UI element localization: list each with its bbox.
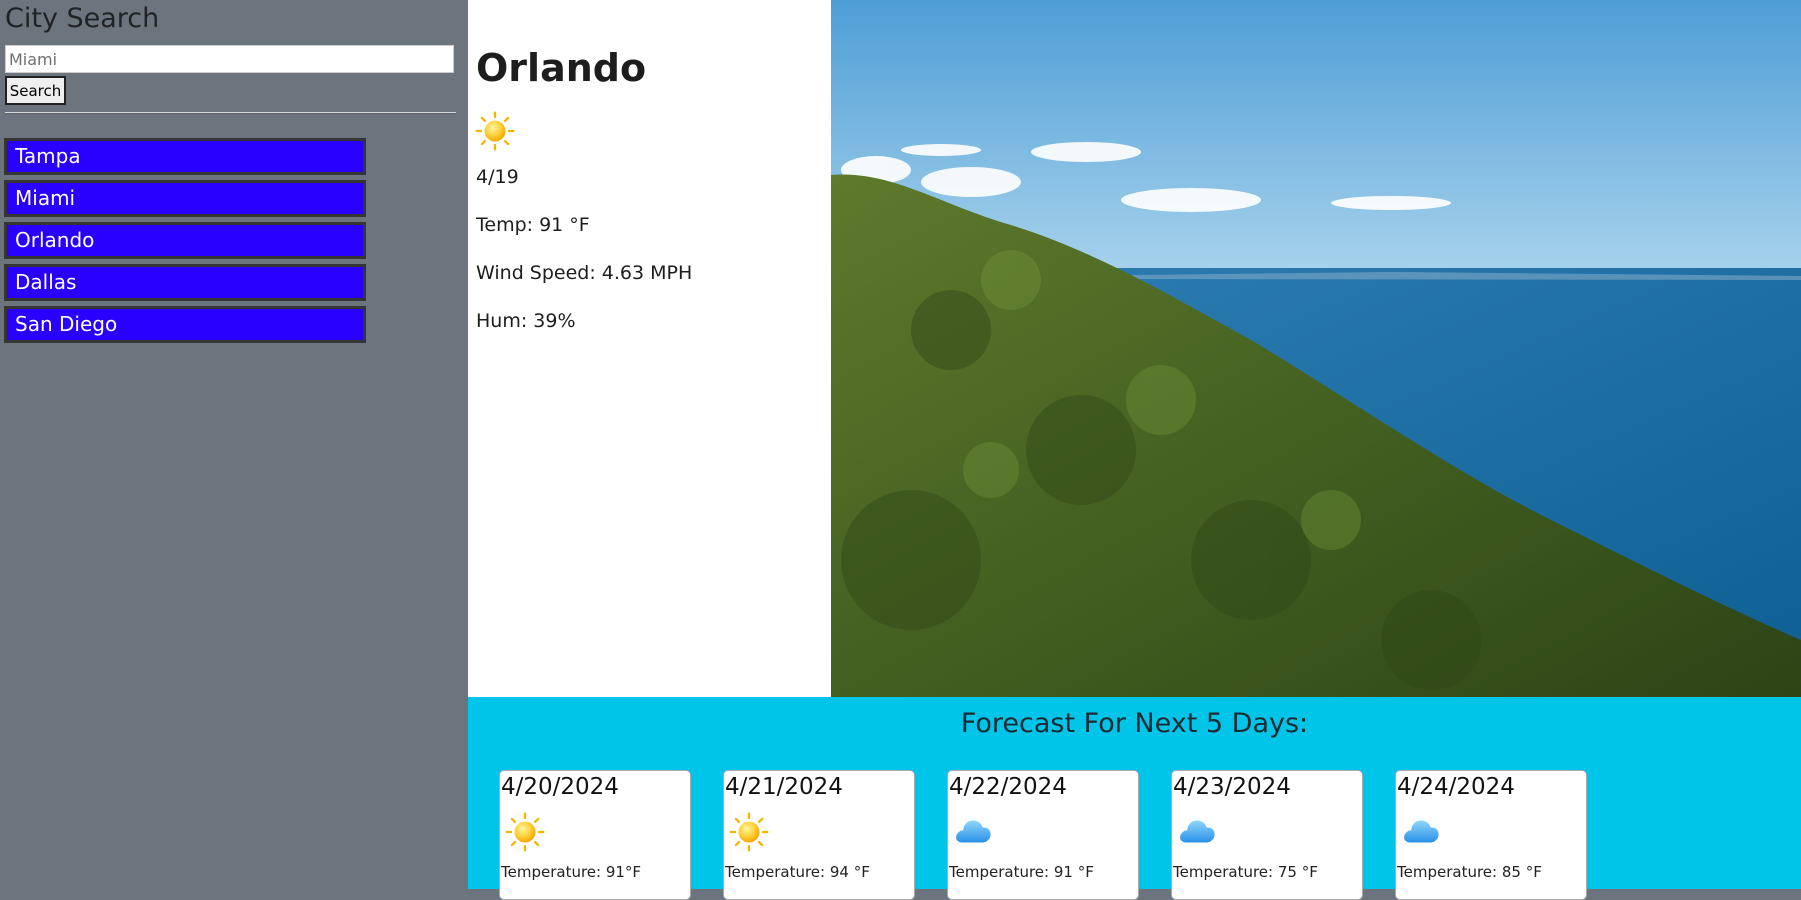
forecast-temperature: Temperature: 91°F xyxy=(501,863,642,881)
history-city-button[interactable]: San Diego xyxy=(4,306,366,343)
history-city-button[interactable]: Dallas xyxy=(4,264,366,301)
forecast-section: Forecast For Next 5 Days: 4/20/2024 Temp… xyxy=(468,697,1801,900)
city-search-input[interactable] xyxy=(5,45,454,73)
sun-icon xyxy=(502,811,548,853)
cloud-icon xyxy=(1174,811,1220,853)
forecast-date: 4/20/2024 xyxy=(501,774,619,800)
background-photo xyxy=(831,0,1801,697)
sidebar-title: City Search xyxy=(5,3,160,34)
sun-icon xyxy=(474,110,516,152)
cloud-icon xyxy=(1398,811,1444,853)
forecast-temperature: Temperature: 75 °F xyxy=(1173,863,1318,881)
current-date: 4/19 xyxy=(476,166,519,188)
forecast-card: 4/21/2024 Temperature: 94 °F xyxy=(723,770,915,900)
search-history-list: Tampa Miami Orlando Dallas San Diego xyxy=(4,138,366,348)
forecast-card: 4/20/2024 Temperature: 91°F xyxy=(499,770,691,900)
current-wind-speed: Wind Speed: 4.63 MPH xyxy=(476,262,693,284)
history-city-button[interactable]: Orlando xyxy=(4,222,366,259)
current-city-name: Orlando xyxy=(476,46,647,90)
current-humidity: Hum: 39% xyxy=(476,310,576,332)
forecast-card: 4/24/2024 Temperature: 85 °F xyxy=(1395,770,1587,900)
history-city-button[interactable]: Miami xyxy=(4,180,366,217)
history-city-button[interactable]: Tampa xyxy=(4,138,366,175)
divider xyxy=(5,112,456,114)
forecast-temperature: Temperature: 85 °F xyxy=(1397,863,1542,881)
current-weather-panel: Orlando 4/19 Temp: 91 °F Wind Speed: 4.6… xyxy=(468,0,831,697)
forecast-date: 4/22/2024 xyxy=(949,774,1067,800)
sidebar: City Search Search Tampa Miami Orlando D… xyxy=(0,0,468,889)
sun-icon xyxy=(726,811,772,853)
forecast-date: 4/24/2024 xyxy=(1397,774,1515,800)
forecast-date: 4/23/2024 xyxy=(1173,774,1291,800)
forecast-date: 4/21/2024 xyxy=(725,774,843,800)
forecast-heading: Forecast For Next 5 Days: xyxy=(960,708,1309,739)
forecast-temperature: Temperature: 94 °F xyxy=(725,863,870,881)
cloud-icon xyxy=(950,811,996,853)
search-button[interactable]: Search xyxy=(5,76,66,105)
current-temperature: Temp: 91 °F xyxy=(476,214,590,236)
forecast-card: 4/22/2024 Temperature: 91 °F xyxy=(947,770,1139,900)
forecast-card: 4/23/2024 Temperature: 75 °F xyxy=(1171,770,1363,900)
forecast-temperature: Temperature: 91 °F xyxy=(949,863,1094,881)
